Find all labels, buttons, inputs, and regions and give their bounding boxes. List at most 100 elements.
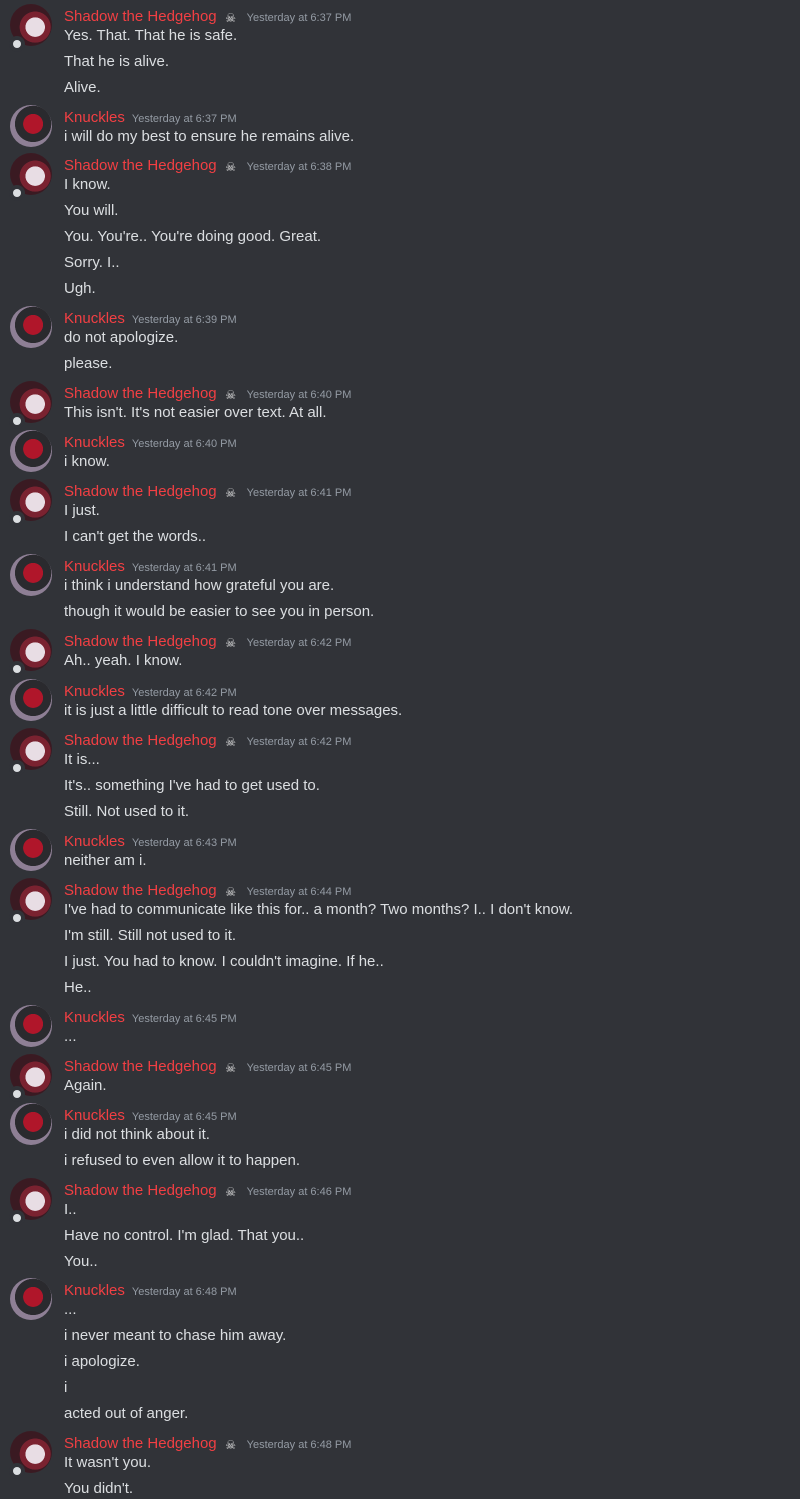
timestamp[interactable]: Yesterday at 6:44 PM (247, 886, 352, 898)
message-text: neither am i. (64, 852, 147, 869)
skull-crossbones-icon: ☠ (225, 735, 236, 749)
message-header: Shadow the Hedgehog ☠ Yesterday at 6:37 PM (64, 6, 351, 26)
message-text: i (64, 1379, 68, 1396)
username[interactable]: Shadow the Hedgehog (64, 1182, 217, 1199)
message-text: Alive. (64, 79, 101, 96)
skull-crossbones-icon: ☠ (225, 388, 236, 402)
avatar[interactable] (10, 105, 52, 147)
message-text: i apologize. (64, 1353, 140, 1370)
message-header: Knuckles Yesterday at 6:42 PM (64, 681, 237, 701)
username[interactable]: Shadow the Hedgehog (64, 483, 217, 500)
username[interactable]: Shadow the Hedgehog (64, 732, 217, 749)
avatar[interactable] (10, 1005, 52, 1047)
message-text: ... (64, 1301, 77, 1318)
username[interactable]: Shadow the Hedgehog (64, 8, 217, 25)
message-text: That he is alive. (64, 53, 170, 70)
timestamp[interactable]: Yesterday at 6:48 PM (132, 1286, 237, 1298)
skull-crossbones-icon: ☠ (225, 486, 236, 500)
avatar[interactable] (10, 829, 52, 871)
avatar[interactable] (10, 679, 52, 721)
username[interactable]: Knuckles (64, 683, 125, 700)
status-indicator-icon (9, 1086, 25, 1102)
message-text: This isn't. It's not easier over text. A… (64, 404, 327, 421)
message-text: I'm still. Still not used to it. (64, 927, 237, 944)
message-text: please. (64, 355, 113, 372)
status-indicator-icon (9, 1463, 25, 1479)
skull-crossbones-icon: ☠ (225, 1061, 236, 1075)
status-indicator-icon (9, 910, 25, 926)
username[interactable]: Knuckles (64, 1282, 125, 1299)
username[interactable]: Knuckles (64, 310, 125, 327)
timestamp[interactable]: Yesterday at 6:40 PM (247, 389, 352, 401)
timestamp[interactable]: Yesterday at 6:45 PM (247, 1062, 352, 1074)
message-text: i know. (64, 453, 110, 470)
status-indicator-icon (9, 413, 25, 429)
message-header: Knuckles Yesterday at 6:48 PM (64, 1280, 237, 1300)
message-header: Knuckles Yesterday at 6:37 PM (64, 107, 237, 127)
timestamp[interactable]: Yesterday at 6:42 PM (247, 736, 352, 748)
timestamp[interactable]: Yesterday at 6:43 PM (132, 837, 237, 849)
message-text: Again. (64, 1077, 107, 1094)
skull-crossbones-icon: ☠ (225, 11, 236, 25)
timestamp[interactable]: Yesterday at 6:38 PM (247, 161, 352, 173)
message-text: You. You're.. You're doing good. Great. (64, 228, 322, 245)
timestamp[interactable]: Yesterday at 6:45 PM (132, 1111, 237, 1123)
skull-crossbones-icon: ☠ (225, 1185, 236, 1199)
username[interactable]: Knuckles (64, 1009, 125, 1026)
message-text: Sorry. I.. (64, 254, 120, 271)
avatar[interactable] (10, 430, 52, 472)
avatar[interactable] (10, 1103, 52, 1145)
message-text: He.. (64, 979, 92, 996)
message-header: Shadow the Hedgehog ☠ Yesterday at 6:44 PM (64, 880, 351, 900)
avatar[interactable] (10, 1278, 52, 1320)
message-text: I just. You had to know. I couldn't imag… (64, 953, 384, 970)
timestamp[interactable]: Yesterday at 6:48 PM (247, 1439, 352, 1451)
message-text: ... (64, 1028, 77, 1045)
timestamp[interactable]: Yesterday at 6:42 PM (132, 687, 237, 699)
message-text: I've had to communicate like this for.. … (64, 901, 574, 918)
message-text: acted out of anger. (64, 1405, 189, 1422)
message-text: I can't get the words.. (64, 528, 207, 545)
message-header: Knuckles Yesterday at 6:39 PM (64, 308, 237, 328)
message-text: You.. (64, 1253, 98, 1270)
skull-crossbones-icon: ☠ (225, 636, 236, 650)
message-header: Shadow the Hedgehog ☠ Yesterday at 6:48 PM (64, 1433, 351, 1453)
username[interactable]: Shadow the Hedgehog (64, 1435, 217, 1452)
timestamp[interactable]: Yesterday at 6:37 PM (132, 113, 237, 125)
message-text: I.. (64, 1201, 77, 1218)
username[interactable]: Shadow the Hedgehog (64, 385, 217, 402)
timestamp[interactable]: Yesterday at 6:45 PM (132, 1013, 237, 1025)
username[interactable]: Shadow the Hedgehog (64, 157, 217, 174)
timestamp[interactable]: Yesterday at 6:37 PM (247, 12, 352, 24)
avatar[interactable] (10, 554, 52, 596)
timestamp[interactable]: Yesterday at 6:41 PM (247, 487, 352, 499)
timestamp[interactable]: Yesterday at 6:40 PM (132, 438, 237, 450)
avatar[interactable] (10, 306, 52, 348)
username[interactable]: Shadow the Hedgehog (64, 882, 217, 899)
username[interactable]: Shadow the Hedgehog (64, 633, 217, 650)
username[interactable]: Knuckles (64, 1107, 125, 1124)
message-text: It's.. something I've had to get used to… (64, 777, 320, 794)
username[interactable]: Knuckles (64, 558, 125, 575)
message-text: i will do my best to ensure he remains a… (64, 128, 355, 145)
timestamp[interactable]: Yesterday at 6:39 PM (132, 314, 237, 326)
username[interactable]: Knuckles (64, 109, 125, 126)
skull-crossbones-icon: ☠ (225, 885, 236, 899)
timestamp[interactable]: Yesterday at 6:42 PM (247, 637, 352, 649)
message-text: It wasn't you. (64, 1454, 152, 1471)
message-text: You will. (64, 202, 119, 219)
username[interactable]: Knuckles (64, 833, 125, 850)
message-header: Shadow the Hedgehog ☠ Yesterday at 6:40 PM (64, 383, 351, 403)
message-header: Shadow the Hedgehog ☠ Yesterday at 6:38 PM (64, 155, 351, 175)
message-header: Shadow the Hedgehog ☠ Yesterday at 6:46 PM (64, 1180, 351, 1200)
message-text: Yes. That. That he is safe. (64, 27, 238, 44)
username[interactable]: Shadow the Hedgehog (64, 1058, 217, 1075)
message-header: Shadow the Hedgehog ☠ Yesterday at 6:42 PM (64, 631, 351, 651)
username[interactable]: Knuckles (64, 434, 125, 451)
skull-crossbones-icon: ☠ (225, 160, 236, 174)
message-text: i never meant to chase him away. (64, 1327, 287, 1344)
message-text: Have no control. I'm glad. That you.. (64, 1227, 305, 1244)
timestamp[interactable]: Yesterday at 6:41 PM (132, 562, 237, 574)
timestamp[interactable]: Yesterday at 6:46 PM (247, 1186, 352, 1198)
message-text: You didn't. (64, 1480, 134, 1497)
